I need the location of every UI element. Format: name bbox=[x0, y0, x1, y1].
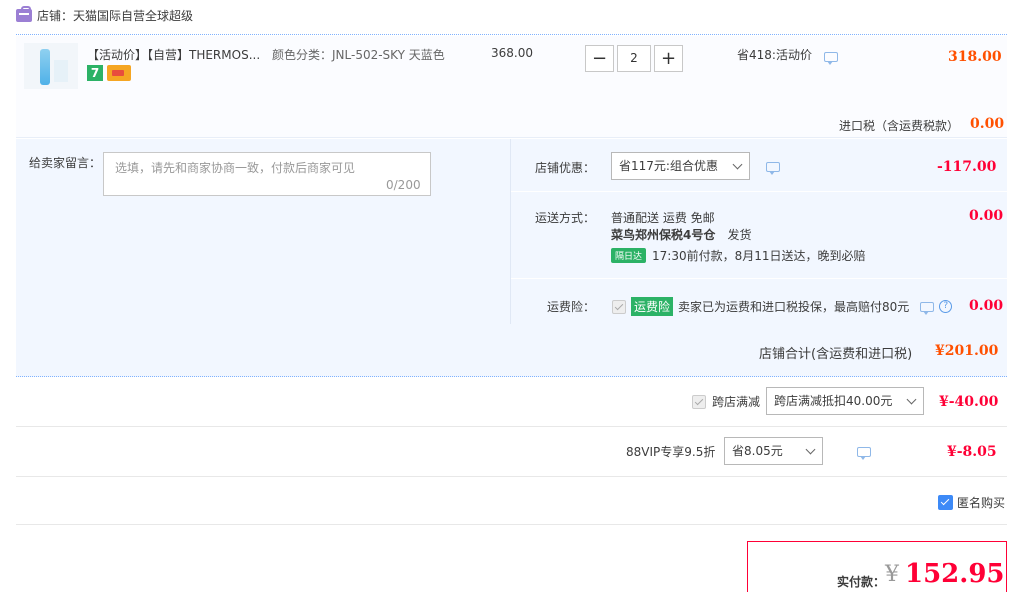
shop-discount-label: 店铺优惠： bbox=[535, 161, 596, 175]
message-label: 给卖家留言： bbox=[29, 156, 102, 170]
shop-discount-value: -117.00 bbox=[937, 159, 997, 175]
payment-label: 实付款： bbox=[837, 575, 886, 589]
warehouse-suffix: 发货 bbox=[727, 228, 752, 242]
shop-discount-select[interactable]: 省117元:组合优惠 bbox=[611, 152, 750, 180]
shipping-warehouse: 菜鸟郑州保税4号仓 发货 bbox=[611, 226, 752, 243]
payment-currency: ¥ bbox=[885, 562, 899, 587]
increase-button[interactable]: + bbox=[654, 45, 683, 72]
insurance-checkbox[interactable] bbox=[612, 299, 626, 314]
payment-amount: 152.95 bbox=[905, 559, 1005, 589]
promo-text: 省418:活动价 bbox=[737, 46, 838, 65]
cross-store-value: ¥-40.00 bbox=[939, 394, 999, 410]
message-char-count: 0/200 bbox=[386, 178, 421, 192]
anonymous-row: 匿名购买 bbox=[938, 494, 1005, 511]
divider bbox=[511, 191, 1007, 192]
warehouse-name: 菜鸟郑州保税4号仓 bbox=[611, 228, 716, 242]
chevron-down-icon bbox=[805, 444, 816, 455]
shop-total-label: 店铺合计(含运费和进口税) bbox=[759, 347, 913, 362]
shop-total-value: ¥201.00 bbox=[935, 343, 999, 359]
divider bbox=[16, 524, 1007, 525]
shop-label: 店铺： bbox=[37, 9, 74, 23]
promo-label: 省418:活动价 bbox=[737, 48, 812, 62]
vip-selected: 省8.05元 bbox=[732, 444, 783, 458]
vip-select[interactable]: 省8.05元 bbox=[724, 437, 823, 465]
anonymous-label: 匿名购买 bbox=[957, 496, 1006, 510]
vip-label: 88VIP专享9.5折 bbox=[626, 445, 716, 459]
shipping-value: 0.00 bbox=[969, 208, 1004, 224]
cross-store-select[interactable]: 跨店满减抵扣40.00元 bbox=[766, 387, 924, 415]
chevron-down-icon bbox=[732, 159, 743, 170]
eta-text: 17:30前付款，8月11日送达，晚到必赔 bbox=[652, 249, 866, 263]
import-tax-value: 0.00 bbox=[970, 116, 1005, 132]
comment-icon[interactable] bbox=[766, 162, 780, 175]
divider bbox=[16, 34, 1007, 35]
divider bbox=[511, 278, 1007, 279]
message-placeholder: 选填，请先和商家协商一致，付款后商家可见 bbox=[115, 161, 356, 175]
help-icon[interactable]: ? bbox=[939, 300, 953, 313]
product-thumbnail[interactable] bbox=[24, 43, 78, 89]
anonymous-checkbox[interactable] bbox=[938, 495, 953, 510]
insurance-value: 0.00 bbox=[969, 298, 1004, 314]
product-box-image bbox=[54, 60, 68, 82]
vip-value: ¥-8.05 bbox=[947, 444, 997, 460]
quantity-stepper: − 2 + bbox=[585, 45, 683, 72]
decrease-button[interactable]: − bbox=[585, 45, 614, 72]
divider bbox=[16, 476, 1007, 477]
product-sku: 颜色分类：JNL-502-SKY 天蓝色 bbox=[272, 48, 445, 62]
comment-icon[interactable] bbox=[920, 301, 935, 315]
insurance-label: 运费险： bbox=[547, 300, 596, 314]
unit-price: 368.00 bbox=[491, 46, 533, 60]
cross-store-label: 跨店满减 bbox=[712, 395, 761, 409]
seven-day-return-icon: 7 bbox=[87, 65, 103, 81]
shop-header: 店铺： 天猫国际自营全球超级 bbox=[16, 6, 193, 24]
insurance-badge: 运费险 bbox=[631, 297, 674, 316]
product-bottle-image bbox=[40, 49, 50, 85]
comment-icon[interactable] bbox=[823, 52, 838, 65]
insurance-row: 运费险 卖家已为运费和进口税投保，最高赔付80元 ? bbox=[612, 297, 953, 316]
next-day-badge: 隔日达 bbox=[611, 248, 647, 263]
quantity-input[interactable]: 2 bbox=[617, 45, 651, 72]
shipping-method: 普通配送 运费 免邮 bbox=[611, 211, 715, 225]
shipping-eta: 隔日达 17:30前付款，8月11日送达，晚到必赔 bbox=[611, 247, 866, 264]
insurance-text: 卖家已为运费和进口税投保，最高赔付80元 bbox=[678, 300, 910, 314]
shop-discount-selected: 省117元:组合优惠 bbox=[619, 159, 718, 173]
import-tax-label: 进口税（含运费税款） bbox=[839, 119, 960, 133]
shipping-label: 运送方式： bbox=[535, 211, 596, 225]
credit-card-icon bbox=[107, 65, 131, 81]
shop-name[interactable]: 天猫国际自营全球超级 bbox=[73, 7, 193, 24]
item-subtotal: 318.00 bbox=[948, 49, 1002, 65]
product-title[interactable]: 【活动价】【自营】THERMOS... bbox=[87, 46, 260, 63]
cross-store-checkbox[interactable] bbox=[692, 394, 706, 409]
cross-store-row: 跨店满减 bbox=[692, 393, 760, 410]
tmall-logo-icon bbox=[16, 6, 32, 22]
divider bbox=[16, 426, 1007, 427]
chevron-down-icon bbox=[906, 394, 917, 405]
cross-store-selected: 跨店满减抵扣40.00元 bbox=[774, 394, 893, 408]
comment-icon[interactable] bbox=[856, 447, 871, 460]
